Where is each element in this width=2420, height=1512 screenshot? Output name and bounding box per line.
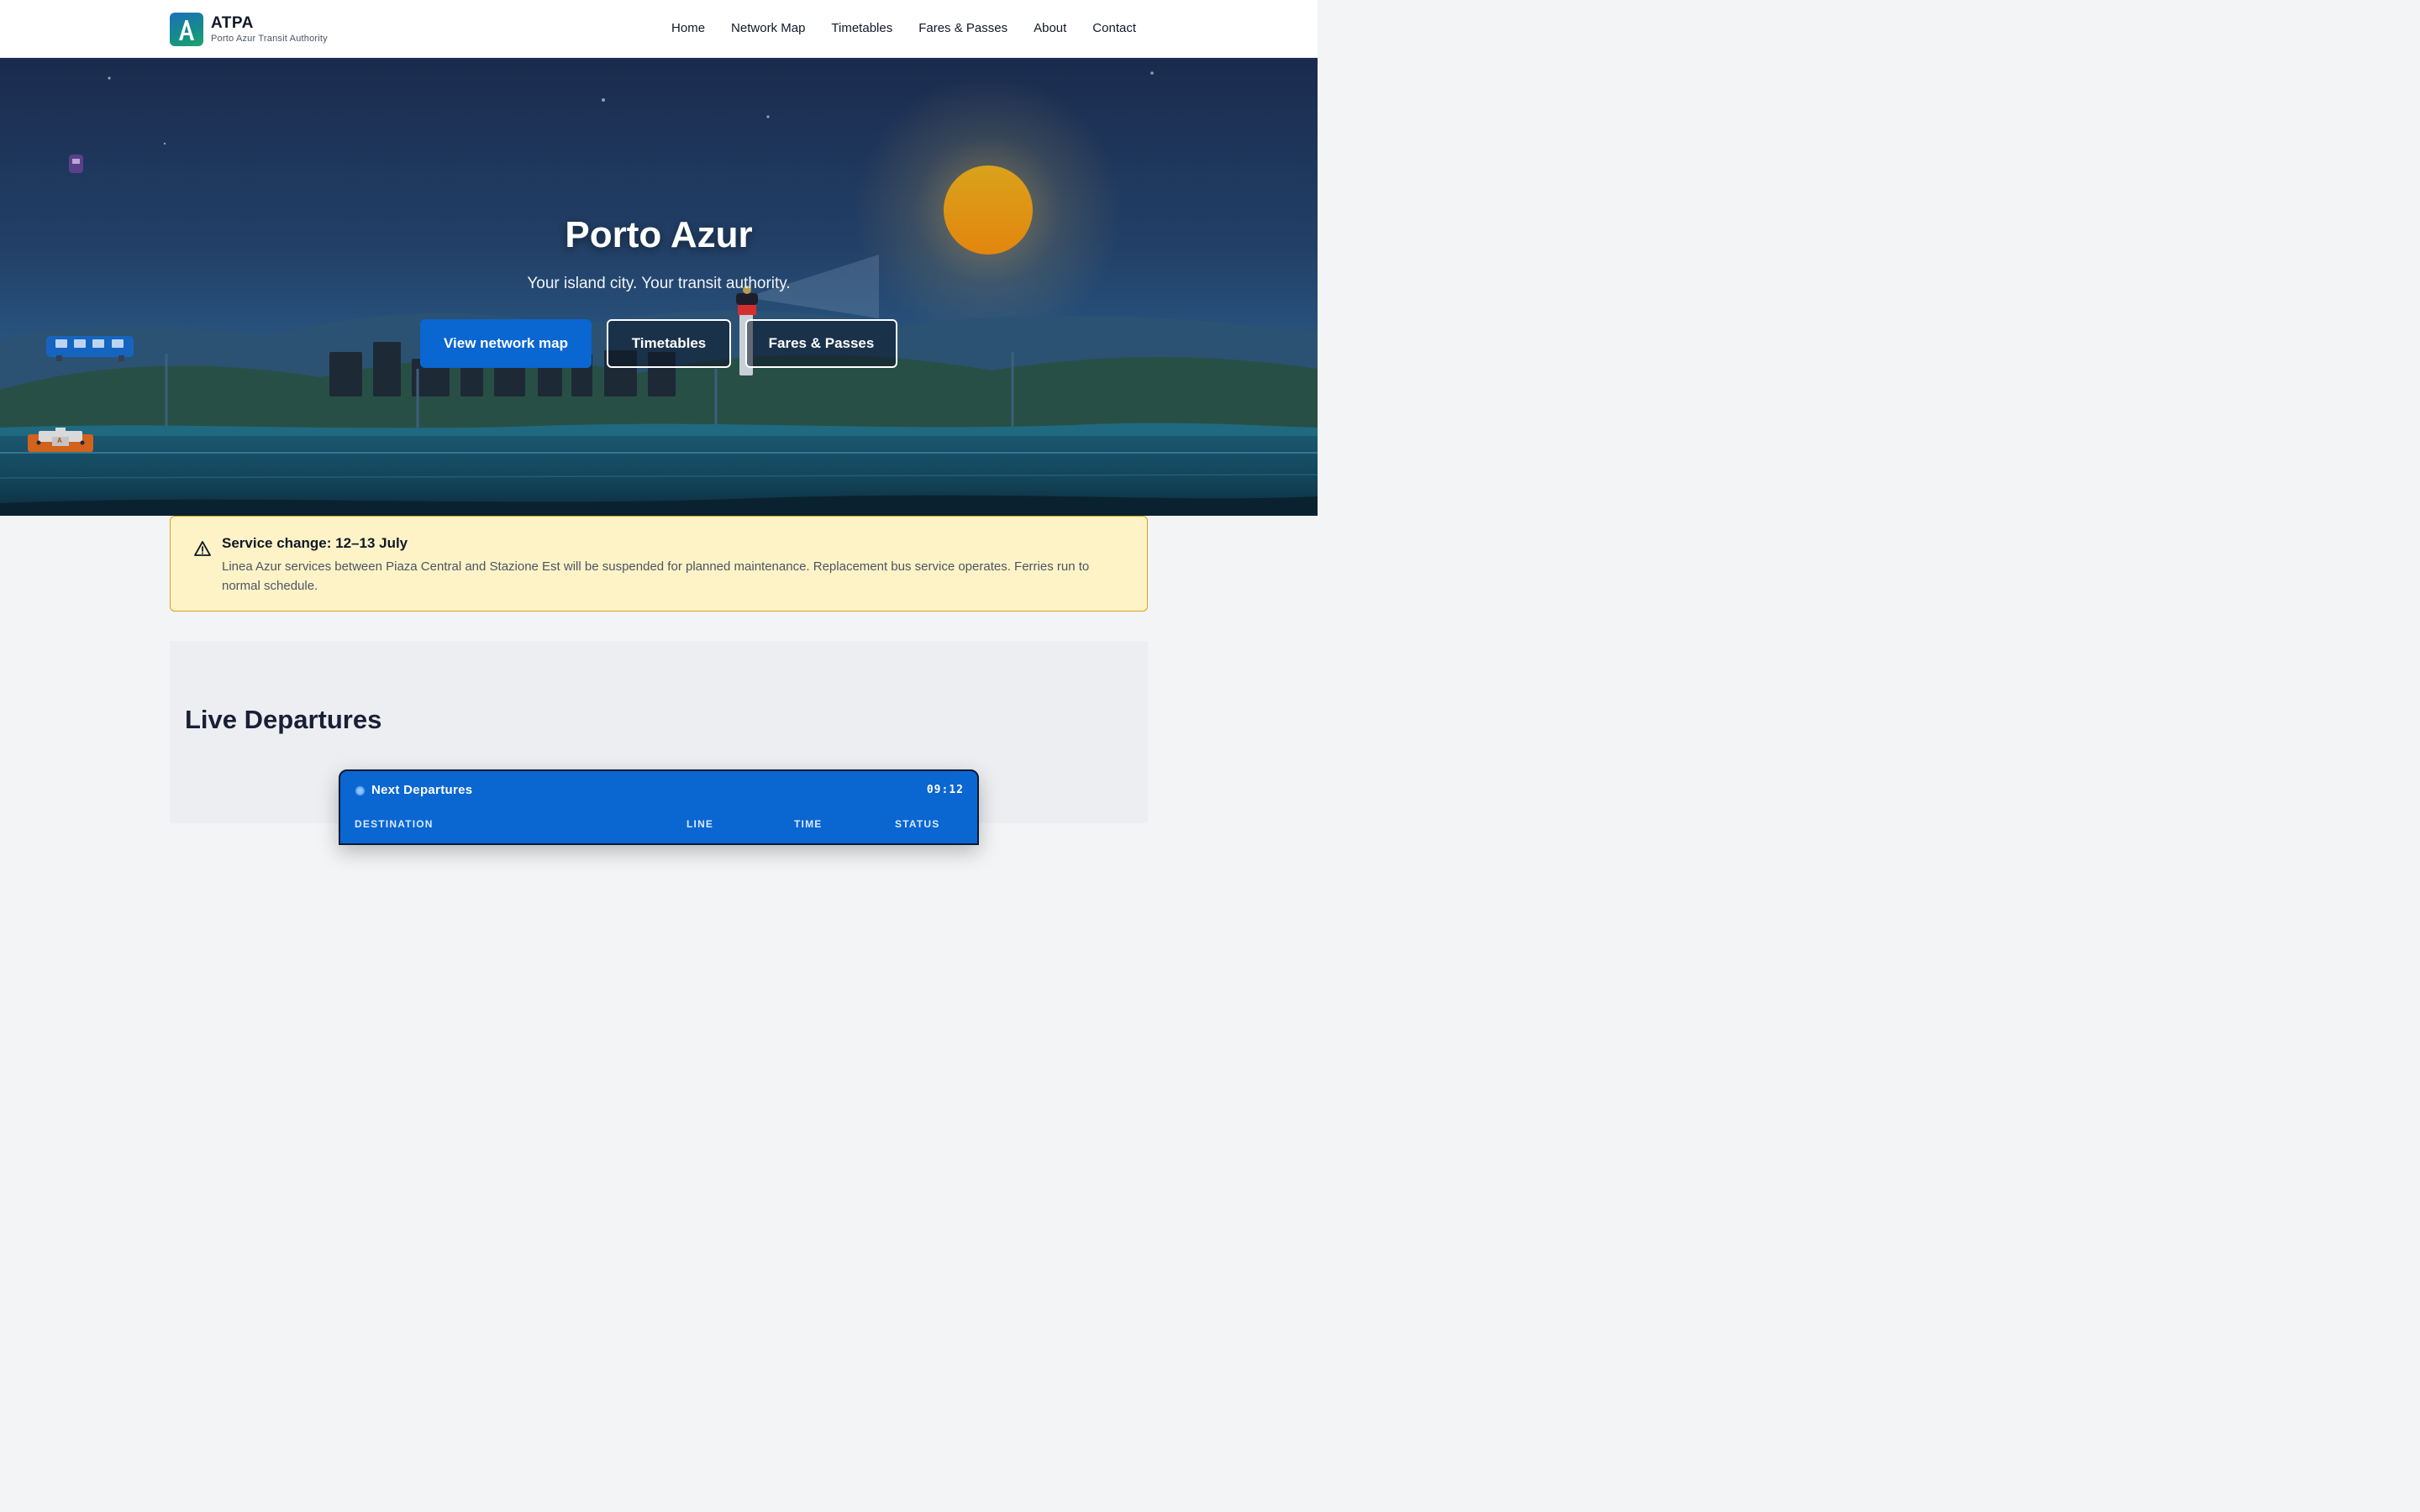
column-line: LINE [687, 818, 714, 830]
site-header: ATPA Porto Azur Transit Authority Home N… [0, 0, 1318, 58]
hero-title: Porto Azur [565, 214, 753, 255]
cable-car-icon [69, 155, 83, 173]
board-title: Next Departures [371, 783, 473, 797]
nav-fares-passes[interactable]: Fares & Passes [918, 20, 1007, 37]
nav-network-map[interactable]: Network Map [731, 20, 805, 37]
departures-board: Next Departures 09:12 DESTINATION LINE T… [339, 769, 979, 845]
ferry-badge: A [57, 437, 62, 444]
hero-actions: View network map Timetables Fares & Pass… [420, 319, 897, 368]
fares-passes-button[interactable]: Fares & Passes [745, 319, 897, 368]
alert-title: Service change: 12–13 July [222, 535, 408, 551]
nav-about[interactable]: About [1034, 20, 1066, 37]
column-destination: DESTINATION [355, 818, 434, 830]
column-time: TIME [794, 818, 823, 830]
hero: A Porto Azur Your island city. Your tran… [0, 58, 1318, 516]
timetables-button[interactable]: Timetables [607, 319, 731, 368]
alert-body: Linea Azur services between Piaza Centra… [222, 559, 1090, 593]
live-indicator-icon [355, 786, 365, 795]
section-title: Live Departures [185, 705, 382, 734]
nav-timetables[interactable]: Timetables [831, 20, 892, 37]
atpa-logo-icon [170, 13, 203, 46]
hero-subtitle: Your island city. Your transit authority… [527, 275, 791, 292]
board-column-headers: DESTINATION LINE TIME STATUS [340, 818, 981, 835]
view-network-map-button[interactable]: View network map [420, 319, 592, 368]
nav-home[interactable]: Home [671, 20, 705, 37]
brand[interactable]: ATPA Porto Azur Transit Authority [170, 13, 328, 46]
column-status: STATUS [895, 818, 940, 830]
brand-name: ATPA [211, 14, 254, 32]
main-nav: Home Network Map Timetables Fares & Pass… [645, 20, 1136, 37]
service-alert: Service change: 12–13 July Linea Azur se… [170, 516, 1148, 612]
nav-contact[interactable]: Contact [1092, 20, 1136, 37]
warning-icon [194, 540, 211, 561]
brand-subtitle: Porto Azur Transit Authority [211, 34, 328, 44]
board-clock: 09:12 [926, 784, 964, 796]
live-departures-section: Live Departures Next Departures 09:12 DE… [170, 641, 1148, 845]
